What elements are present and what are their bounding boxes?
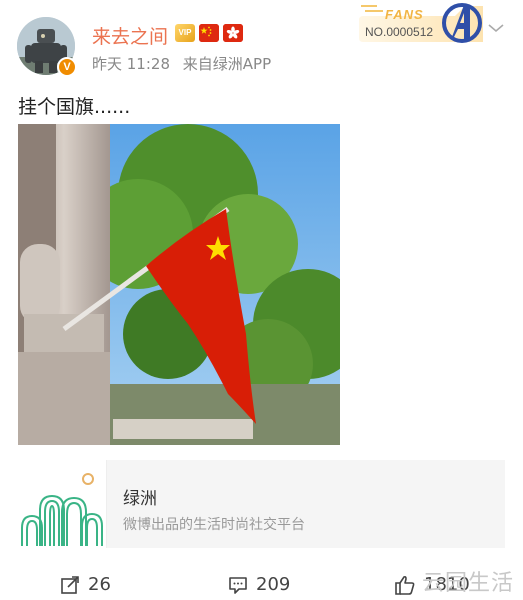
post-source[interactable]: 来自绿洲APP	[183, 55, 271, 73]
watermark: 云园生活	[422, 571, 515, 596]
repost-count: 26	[88, 574, 111, 595]
comment-button[interactable]: 209	[228, 574, 290, 595]
avatar[interactable]: V	[17, 17, 77, 77]
user-badges: VIP	[175, 24, 243, 42]
comment-icon	[229, 576, 247, 594]
repost-button[interactable]: 26	[60, 574, 111, 595]
link-card[interactable]: 绿洲 微博出品的生活时尚社交平台	[18, 460, 505, 548]
hong-kong-flag-icon	[223, 24, 243, 42]
fans-number: NO.0000512	[365, 25, 434, 39]
post-text: 挂个国旗......	[18, 96, 131, 118]
post-meta: 昨天 11:28 来自绿洲APP	[92, 53, 271, 74]
post-photo[interactable]	[18, 124, 340, 445]
username[interactable]: 来去之间	[92, 22, 168, 49]
fans-label: FANS	[385, 7, 424, 22]
repost-icon	[61, 575, 79, 594]
vip-badge-icon[interactable]: VIP	[175, 24, 195, 42]
post-time: 昨天 11:28	[92, 55, 170, 73]
red-flag-on-building-photo	[18, 124, 340, 445]
comment-count: 209	[256, 574, 291, 595]
china-flag-icon	[199, 24, 219, 42]
card-title: 绿洲	[123, 489, 157, 509]
card-subtitle: 微博出品的生活时尚社交平台	[123, 517, 305, 533]
avengers-logo-icon	[442, 3, 482, 43]
verified-badge-icon: V	[57, 57, 77, 77]
oasis-logo-icon	[18, 460, 107, 548]
thumbs-up-icon	[395, 575, 415, 595]
chevron-down-icon[interactable]	[487, 22, 505, 34]
fans-badge[interactable]: FANS NO.0000512	[355, 0, 495, 48]
